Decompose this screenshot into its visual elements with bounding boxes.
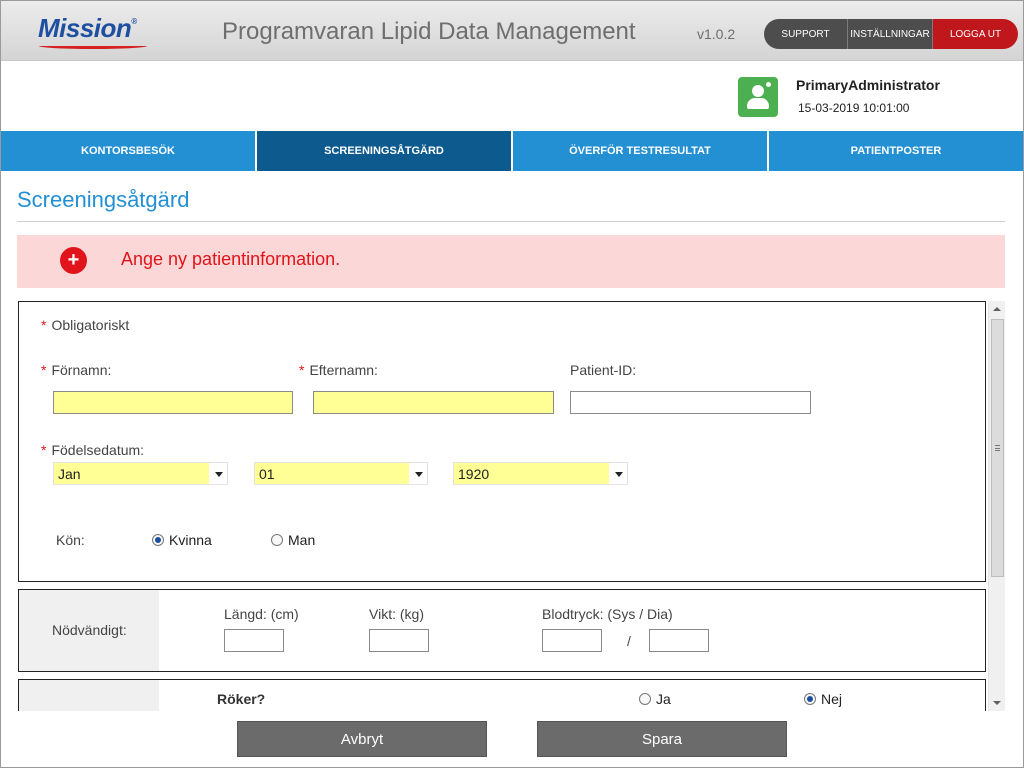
dob-label: * Födelsedatum: [41, 442, 145, 458]
logout-button[interactable]: LOGGA UT [933, 19, 1018, 49]
diastolic-field[interactable] [649, 629, 709, 652]
version-label: v1.0.2 [697, 26, 736, 42]
chevron-down-icon [415, 472, 423, 477]
blood-pressure-label: Blodtryck: (Sys / Dia) [542, 606, 673, 622]
smoker-question: Röker? [217, 691, 266, 707]
patient-id-field[interactable] [570, 391, 811, 414]
info-alert: + Ange ny patientinformation. [17, 235, 1005, 288]
smoker-yes-radio[interactable]: Ja [639, 691, 671, 707]
patient-id-label: Patient-ID: [570, 362, 637, 378]
radio-unselected-icon [271, 534, 283, 546]
first-name-field[interactable] [53, 391, 293, 414]
bp-separator: / [627, 633, 631, 649]
user-name: PrimaryAdministrator [796, 77, 940, 93]
weight-field[interactable] [369, 629, 429, 652]
required-asterisk: * [41, 442, 47, 458]
dob-year-value: 1920 [458, 466, 490, 482]
plus-circle-icon: + [60, 247, 87, 274]
tab-patient-records[interactable]: PATIENTPOSTER [769, 131, 1023, 171]
header-bar: Mission® Programvaran Lipid Data Managem… [1, 1, 1023, 61]
required-asterisk: * [299, 362, 305, 378]
required-note: * Obligatoriskt [41, 317, 130, 333]
section-sidebar [19, 680, 159, 711]
cancel-button[interactable]: Avbryt [237, 721, 487, 757]
vertical-scrollbar[interactable] [988, 301, 1005, 711]
chevron-down-icon [615, 472, 623, 477]
section-sidebar: Nödvändigt: [19, 590, 159, 671]
app-title: Programvaran Lipid Data Management [222, 18, 636, 45]
support-button[interactable]: SUPPORT [764, 19, 848, 49]
smoker-yes-label: Ja [656, 691, 671, 707]
dob-day-value: 01 [259, 466, 275, 482]
first-name-label: * Förnamn: [41, 362, 112, 378]
required-asterisk: * [41, 362, 47, 378]
logo-text: Mission [38, 13, 132, 43]
radio-selected-icon [152, 534, 164, 546]
gender-female-radio[interactable]: Kvinna [152, 532, 212, 548]
save-button[interactable]: Spara [537, 721, 787, 757]
height-field[interactable] [224, 629, 284, 652]
dob-year-select[interactable]: 1920 [453, 462, 628, 485]
app-window: Mission® Programvaran Lipid Data Managem… [0, 0, 1024, 768]
dob-month-value: Jan [58, 466, 81, 482]
last-name-label: * Efternamn: [299, 362, 378, 378]
title-divider [17, 221, 1005, 222]
required-asterisk: * [41, 317, 47, 333]
alert-message: Ange ny patientinformation. [121, 249, 341, 269]
form-scroll-area[interactable]: * Obligatoriskt * Förnamn: * Efternamn: Pat… [17, 301, 1005, 711]
scroll-up-icon[interactable] [993, 307, 1001, 311]
weight-label: Vikt: (kg) [369, 606, 424, 622]
logo-swoosh [39, 43, 147, 49]
main-navigation: KONTORSBESÖK SCREENINGSÅTGÄRD ÖVERFÖR TE… [1, 131, 1023, 171]
gender-male-label: Man [288, 532, 316, 548]
gender-male-radio[interactable]: Man [271, 532, 315, 548]
dob-month-select[interactable]: Jan [53, 462, 228, 485]
scroll-down-icon[interactable] [993, 701, 1001, 705]
tab-screening-action[interactable]: SCREENINGSÅTGÄRD [257, 131, 513, 171]
required-section-label: Nödvändigt: [52, 622, 127, 638]
tab-transfer-results[interactable]: ÖVERFÖR TESTRESULTAT [513, 131, 769, 171]
logo-registered-mark: ® [131, 17, 137, 26]
required-measurements-panel: Nödvändigt: Längd: (cm) Vikt: (kg) Blodt… [18, 589, 986, 672]
last-name-field[interactable] [313, 391, 554, 414]
smoker-no-radio[interactable]: Nej [804, 691, 842, 707]
systolic-field[interactable] [542, 629, 602, 652]
mission-logo: Mission® [38, 13, 137, 44]
top-navigation: SUPPORT INSTÄLLNINGAR LOGGA UT [764, 19, 1018, 49]
dob-day-select[interactable]: 01 [254, 462, 428, 485]
height-label: Längd: (cm) [224, 606, 299, 622]
gender-label: Kön: [56, 532, 85, 548]
settings-button[interactable]: INSTÄLLNINGAR [848, 19, 933, 49]
smoker-panel: Röker? Ja Nej [18, 679, 986, 711]
radio-unselected-icon [639, 693, 651, 705]
patient-info-panel: * Obligatoriskt * Förnamn: * Efternamn: Pat… [18, 301, 986, 582]
scrollbar-thumb[interactable] [991, 319, 1004, 577]
smoker-no-label: Nej [821, 691, 843, 707]
page-title: Screeningsåtgärd [17, 187, 190, 212]
grip-icon [995, 445, 1000, 451]
gender-female-label: Kvinna [169, 532, 212, 548]
chevron-down-icon [215, 472, 223, 477]
user-datetime: 15-03-2019 10:01:00 [798, 101, 910, 115]
radio-selected-icon [804, 693, 816, 705]
tab-office-visit[interactable]: KONTORSBESÖK [1, 131, 257, 171]
user-icon [738, 77, 778, 117]
